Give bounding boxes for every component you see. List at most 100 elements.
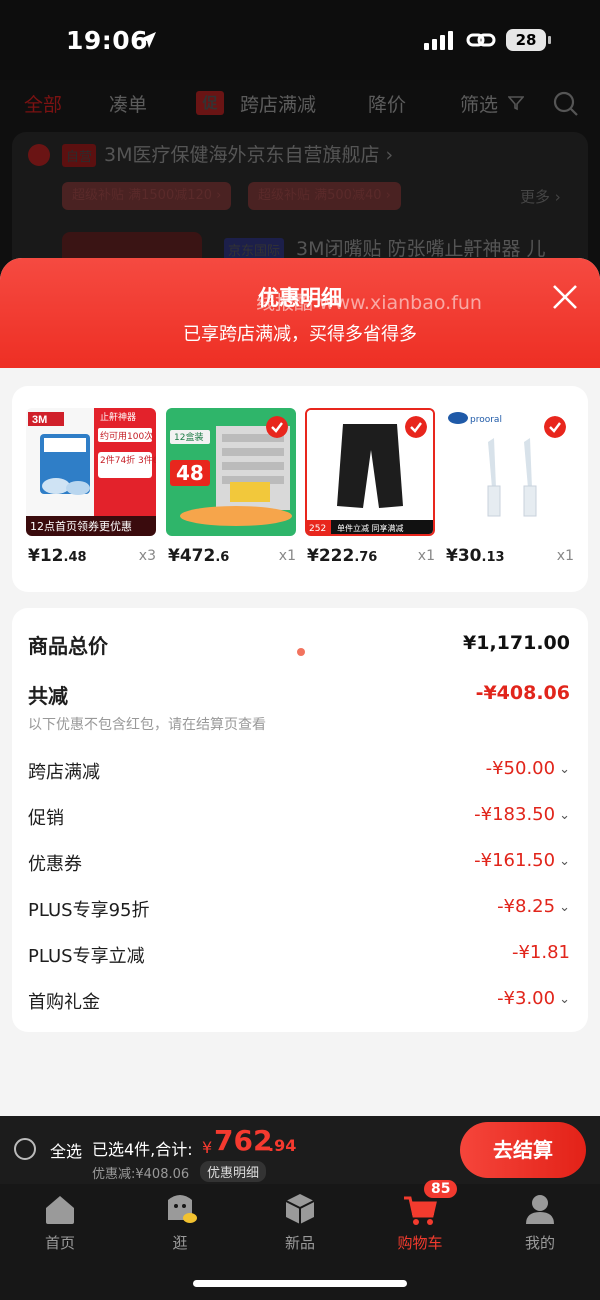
store-checkbox[interactable] [28, 144, 50, 166]
product-checkbox[interactable] [544, 416, 566, 438]
price-integer: ¥12 [28, 546, 64, 566]
product-price: ¥30.13 [446, 546, 505, 566]
home-indicator [193, 1280, 407, 1287]
product-title[interactable]: 3M闭嘴贴 防张嘴止鼾神器 儿 [296, 234, 546, 261]
discount-detail-chip[interactable]: 优惠明细 [200, 1161, 267, 1182]
coupon-tag[interactable]: 超级补贴 满500减40 › [248, 182, 401, 210]
product-image-text: 12盒装 [174, 431, 203, 443]
selected-count-text: 已选4件,合计: [92, 1140, 193, 1159]
total-amount-integer: 762 [214, 1124, 273, 1157]
product-image-text: 约可用100次 [100, 430, 153, 442]
tab-new[interactable]: 新品 [260, 1192, 340, 1253]
discount-amount: -¥1.81 [511, 942, 570, 963]
discount-label: 首购礼金 [28, 992, 100, 1013]
products-card: 3M 约可用100次 2件74折 3件6折 止鼾神器 12点首页领券更优惠 ¥1… [12, 386, 588, 592]
product-item[interactable]: 12盒装 48 ¥472.6 x1 [166, 408, 296, 568]
discount-amount: -¥183.50 [474, 804, 556, 825]
profile-icon [526, 1195, 554, 1224]
product-price: ¥12.48 [28, 546, 87, 566]
product-item[interactable]: prooral ¥30.13 x1 [444, 408, 574, 568]
price-decimal: .76 [354, 550, 378, 565]
sheet-header: 优惠明细 线报酷 www.xianbao.fun 已享跨店满减，买得多省得多 [0, 258, 600, 368]
tab-cart[interactable]: 85 购物车 [380, 1180, 460, 1253]
tab-cross-store[interactable]: 跨店满减 [240, 90, 316, 117]
product-item[interactable]: 252 单件立减 同享满减 ¥222.76 x1 [305, 408, 435, 568]
tab-explore[interactable]: 逛 [140, 1192, 220, 1253]
price-integer: ¥222 [307, 546, 355, 566]
product-quantity: x3 [138, 548, 156, 564]
product-checkbox[interactable] [266, 416, 288, 438]
tab-label: 新品 [284, 1234, 315, 1252]
checkout-button[interactable]: 去结算 [460, 1122, 586, 1178]
discount-value: -¥1.81 [512, 942, 570, 963]
discount-label: PLUS专享95折 [28, 900, 150, 921]
tab-label: 首页 [44, 1234, 75, 1252]
tab-label: 我的 [524, 1234, 555, 1252]
store-name[interactable]: 3M医疗保健海外京东自营旗舰店 › [104, 140, 393, 167]
product-quantity: x1 [417, 548, 435, 564]
chevron-down-icon: ⌄ [559, 808, 570, 823]
product-image-caption: 12点首页领券更优惠 [30, 519, 132, 533]
search-icon[interactable] [553, 91, 579, 117]
tab-add-on[interactable]: 凑单 [109, 90, 147, 117]
cellular-signal-icon [424, 30, 456, 50]
link-icon [466, 33, 496, 47]
price-integer: ¥30 [446, 546, 482, 566]
total-price-value: ¥1,171.00 [463, 632, 570, 654]
product-quantity: x1 [278, 548, 296, 564]
home-icon [46, 1196, 74, 1224]
discount-total-text: 优惠减:¥408.06 [92, 1167, 190, 1182]
discount-amount: -¥161.50 [474, 850, 556, 871]
tab-all[interactable]: 全部 [24, 90, 62, 117]
sheet-subtitle: 已享跨店满减，买得多省得多 [183, 324, 417, 345]
product-item[interactable]: 3M 约可用100次 2件74折 3件6折 止鼾神器 12点首页领券更优惠 ¥1… [26, 408, 156, 568]
select-all-label[interactable]: 全选 [50, 1138, 82, 1162]
discount-value[interactable]: -¥183.50 ⌄ [474, 804, 570, 825]
total-currency-symbol: ¥ [202, 1138, 213, 1157]
product-image-text: 止鼾神器 [100, 411, 136, 423]
discount-label: 优惠券 [28, 854, 82, 875]
discount-amount: -¥8.25 [497, 896, 556, 917]
location-arrow-icon [140, 32, 156, 48]
discount-value[interactable]: -¥161.50 ⌄ [474, 850, 570, 871]
price-decimal: .48 [63, 550, 87, 565]
product-image-text: 48 [176, 461, 204, 485]
price-decimal: .6 [215, 550, 230, 565]
self-operated-badge: 自营 [62, 144, 97, 167]
battery-nub [548, 36, 551, 44]
tab-filter[interactable]: 筛选 [460, 90, 498, 117]
reduction-note: 以下优惠不包含红包，请在结算页查看 [28, 717, 266, 733]
tab-price-drop[interactable]: 降价 [368, 90, 406, 117]
battery-indicator: 28 [506, 29, 546, 51]
tab-home[interactable]: 首页 [20, 1192, 100, 1253]
product-price: ¥222.76 [307, 546, 377, 566]
discount-label: 促销 [28, 808, 64, 829]
product-image-text: 2件74折 3件6折 [100, 454, 156, 466]
discount-value[interactable]: -¥3.00 ⌄ [497, 988, 570, 1009]
cart-filter-tabs: 全部 凑单 促 跨店满减 降价 筛选 [0, 80, 600, 128]
close-icon[interactable] [548, 280, 582, 314]
price-decimal: .13 [481, 550, 505, 565]
tab-label: 购物车 [397, 1234, 443, 1252]
total-reduction-value: -¥408.06 [475, 682, 570, 704]
promo-badge: 促 [196, 91, 224, 115]
coupon-tag[interactable]: 超级补贴 满1500减120 › [62, 182, 232, 210]
total-reduction-label: 共减 [28, 684, 68, 708]
discount-amount: -¥3.00 [497, 988, 556, 1009]
discount-label: 跨店满减 [28, 762, 100, 783]
tab-profile[interactable]: 我的 [500, 1192, 580, 1253]
more-coupons-link[interactable]: 更多 › [520, 186, 561, 207]
price-integer: ¥472 [168, 546, 216, 566]
product-image: 3M 约可用100次 2件74折 3件6折 止鼾神器 12点首页领券更优惠 [26, 408, 156, 536]
status-time: 19:06 [66, 26, 149, 55]
discount-value[interactable]: -¥50.00 ⌄ [486, 758, 570, 779]
discount-value[interactable]: -¥8.25 ⌄ [497, 896, 570, 917]
discount-label: PLUS专享立减 [28, 946, 145, 967]
filter-icon [508, 96, 524, 111]
product-image-text: 252 [309, 524, 326, 534]
price-summary-card: 商品总价 ¥1,171.00 共减 -¥408.06 以下优惠不包含红包，请在结… [12, 608, 588, 1032]
select-all-radio[interactable] [14, 1138, 36, 1160]
product-price: ¥472.6 [168, 546, 229, 566]
product-checkbox[interactable] [405, 416, 427, 438]
status-bar: 19:06 28 [0, 0, 600, 80]
